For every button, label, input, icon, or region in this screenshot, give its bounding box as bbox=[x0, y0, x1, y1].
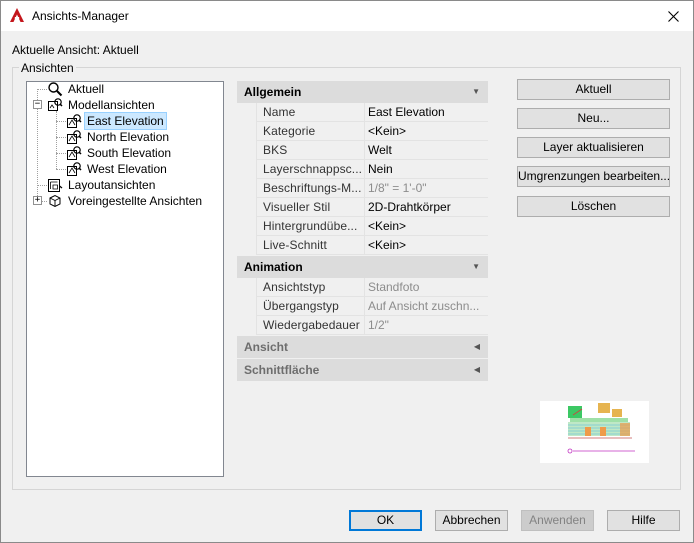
magnifier-icon bbox=[48, 82, 63, 97]
property-row[interactable]: Visueller Stil 2D-Drahtkörper bbox=[237, 198, 488, 217]
edit-boundaries-button[interactable]: Umgrenzungen bearbeiten... bbox=[517, 166, 670, 187]
property-value: Auf Ansicht zuschn... bbox=[368, 299, 480, 313]
property-row[interactable]: Layerschnappsc... Nein bbox=[237, 160, 488, 179]
model-views-icon bbox=[48, 98, 63, 111]
property-row[interactable]: Hintergrundübe... <Kein> bbox=[237, 217, 488, 236]
chevron-left-icon: ◀ bbox=[473, 342, 480, 351]
property-name: Kategorie bbox=[256, 122, 365, 141]
property-row[interactable]: Kategorie <Kein> bbox=[237, 122, 488, 141]
tree-connector bbox=[56, 121, 66, 122]
tree-connector bbox=[56, 153, 66, 154]
view-preview-thumbnail bbox=[540, 401, 649, 463]
new-view-button[interactable]: Neu... bbox=[517, 108, 670, 129]
tree-item-modellansichten[interactable]: Modellansichten bbox=[47, 97, 157, 113]
layout-views-icon bbox=[48, 179, 63, 192]
property-row[interactable]: BKS Welt bbox=[237, 141, 488, 160]
property-row[interactable]: Übergangstyp Auf Ansicht zuschn... bbox=[237, 297, 488, 316]
property-value: 1/8" = 1'-0" bbox=[368, 181, 427, 195]
tree-item-aktuell[interactable]: Aktuell bbox=[47, 81, 106, 97]
elevation-view-icon bbox=[67, 162, 82, 176]
title-bar: Ansichts-Manager bbox=[1, 1, 693, 31]
views-tree[interactable]: − + Aktuell Modellansichten East Elevati… bbox=[26, 81, 224, 477]
property-value[interactable]: <Kein> bbox=[365, 122, 488, 141]
tree-item-label: Layoutansichten bbox=[68, 178, 156, 192]
category-title: Schnittfläche bbox=[244, 363, 320, 377]
current-view-label: Aktuelle Ansicht: Aktuell bbox=[12, 43, 139, 57]
tree-item-label: South Elevation bbox=[87, 146, 172, 160]
elevation-preview-image bbox=[567, 403, 635, 454]
cancel-button[interactable]: Abbrechen bbox=[435, 510, 508, 531]
property-name: Wiedergabedauer bbox=[256, 316, 365, 335]
tree-item-label: Modellansichten bbox=[68, 98, 155, 112]
tree-item-label: Voreingestellte Ansichten bbox=[68, 194, 203, 208]
property-value[interactable]: <Kein> bbox=[365, 217, 488, 236]
property-row[interactable]: Wiedergabedauer 1/2" bbox=[237, 316, 488, 335]
property-value[interactable]: Nein bbox=[365, 160, 488, 179]
category-animation[interactable]: Animation ▼ bbox=[237, 256, 488, 278]
property-name: Ansichtstyp bbox=[256, 278, 365, 297]
tree-item-view-2[interactable]: South Elevation bbox=[66, 145, 173, 161]
set-current-button[interactable]: Aktuell bbox=[517, 79, 670, 100]
category-ansicht[interactable]: Ansicht ◀ bbox=[237, 336, 488, 358]
chevron-down-icon: ▼ bbox=[472, 87, 480, 96]
tree-item-view-3[interactable]: West Elevation bbox=[66, 161, 169, 177]
category-allgemein[interactable]: Allgemein ▼ bbox=[237, 81, 488, 103]
property-name: Name bbox=[256, 103, 365, 122]
chevron-down-icon: ▼ bbox=[472, 262, 480, 271]
window-title: Ansichts-Manager bbox=[32, 9, 129, 23]
property-value[interactable]: Welt bbox=[365, 141, 488, 160]
property-name: BKS bbox=[256, 141, 365, 160]
property-name: Hintergrundübe... bbox=[256, 217, 365, 236]
tree-item-view-0[interactable]: East Elevation bbox=[66, 112, 167, 130]
tree-connector bbox=[56, 111, 57, 169]
elevation-view-icon bbox=[67, 146, 82, 160]
autocad-logo-icon bbox=[10, 8, 24, 22]
property-row[interactable]: Live-Schnitt <Kein> bbox=[237, 236, 488, 255]
update-layers-button[interactable]: Layer aktualisieren bbox=[517, 137, 670, 158]
tree-item-layoutansichten[interactable]: Layoutansichten bbox=[47, 177, 157, 193]
delete-button[interactable]: Löschen bbox=[517, 196, 670, 217]
tree-item-label: West Elevation bbox=[87, 162, 167, 176]
elevation-view-icon bbox=[67, 114, 82, 128]
category-title: Animation bbox=[244, 260, 303, 274]
property-value: Standfoto bbox=[368, 280, 420, 294]
views-group-title: Ansichten bbox=[19, 61, 76, 75]
category-title: Allgemein bbox=[244, 85, 302, 99]
close-button[interactable] bbox=[653, 1, 693, 31]
collapse-modellansichten-toggle[interactable]: − bbox=[33, 100, 42, 109]
preset-views-icon bbox=[49, 194, 61, 208]
tree-connector bbox=[56, 169, 66, 170]
property-value: 1/2" bbox=[368, 318, 389, 332]
category-schnittflaeche[interactable]: Schnittfläche ◀ bbox=[237, 359, 488, 381]
property-name: Layerschnappsc... bbox=[256, 160, 365, 179]
property-row[interactable]: Name East Elevation bbox=[237, 103, 488, 122]
close-icon bbox=[667, 10, 679, 22]
tree-item-label: East Elevation bbox=[84, 112, 167, 130]
elevation-view-icon bbox=[67, 130, 82, 144]
view-manager-dialog: Ansichts-Manager Aktuelle Ansicht: Aktue… bbox=[0, 0, 694, 543]
tree-connector bbox=[37, 89, 47, 90]
tree-item-label: Aktuell bbox=[68, 82, 105, 96]
ok-button[interactable]: OK bbox=[349, 510, 422, 531]
tree-item-label: North Elevation bbox=[87, 130, 170, 144]
tree-connector bbox=[37, 185, 47, 186]
property-name: Visueller Stil bbox=[256, 198, 365, 217]
property-name: Beschriftungs-M... bbox=[256, 179, 365, 198]
expand-voreingestellte-toggle[interactable]: + bbox=[33, 196, 42, 205]
chevron-left-icon: ◀ bbox=[473, 365, 480, 374]
property-value[interactable]: 2D-Drahtkörper bbox=[365, 198, 488, 217]
property-value[interactable]: <Kein> bbox=[365, 236, 488, 255]
property-name: Übergangstyp bbox=[256, 297, 365, 316]
property-row[interactable]: Ansichtstyp Standfoto bbox=[237, 278, 488, 297]
category-title: Ansicht bbox=[244, 340, 289, 354]
tree-connector bbox=[56, 137, 66, 138]
apply-button[interactable]: Anwenden bbox=[521, 510, 594, 531]
property-value[interactable]: East Elevation bbox=[365, 103, 488, 122]
help-button[interactable]: Hilfe bbox=[607, 510, 680, 531]
tree-item-voreingestellte[interactable]: Voreingestellte Ansichten bbox=[47, 193, 204, 209]
property-name: Live-Schnitt bbox=[256, 236, 365, 255]
property-row[interactable]: Beschriftungs-M... 1/8" = 1'-0" bbox=[237, 179, 488, 198]
tree-item-view-1[interactable]: North Elevation bbox=[66, 129, 171, 145]
